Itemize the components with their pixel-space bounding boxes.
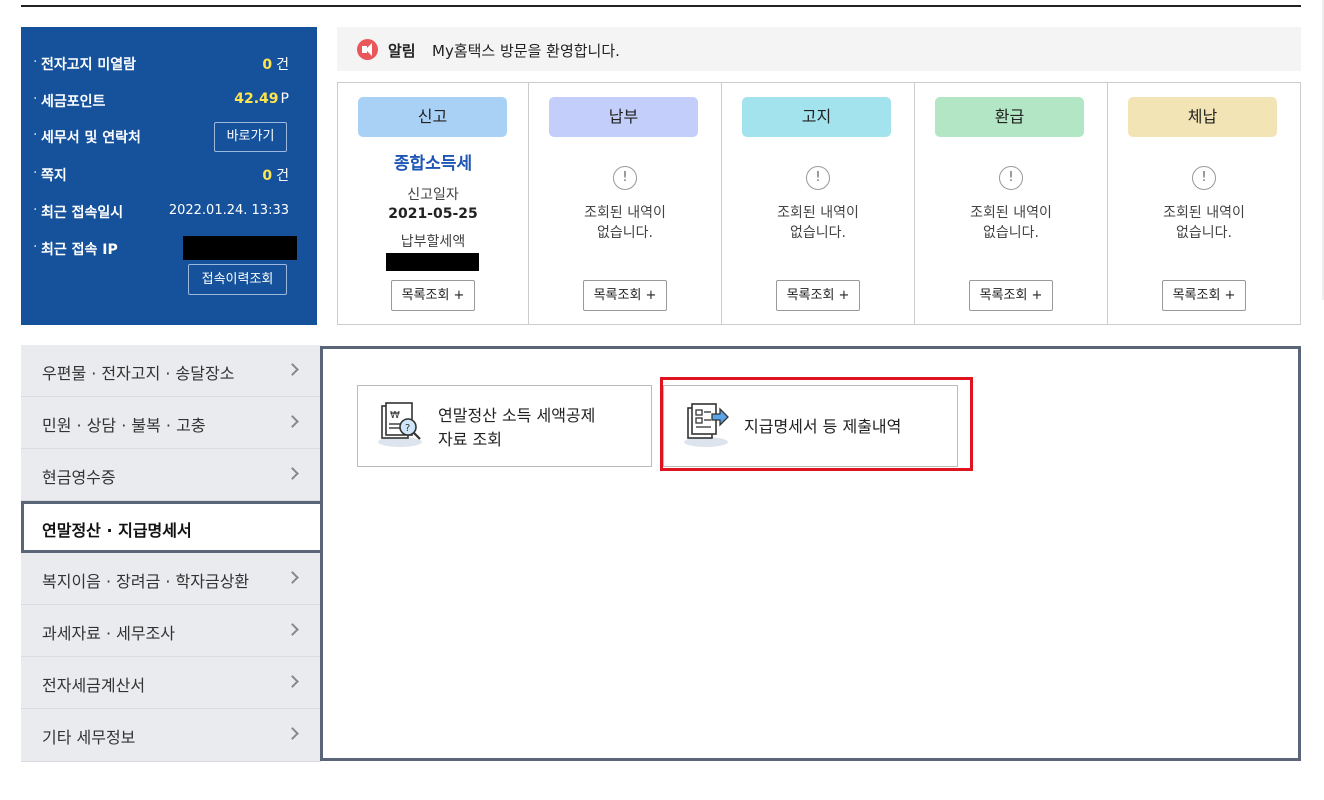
chevron-right-icon [286,415,299,428]
chevron-right-icon [286,571,299,584]
chevron-right-icon [286,675,299,688]
messages-value[interactable]: 0건 [262,165,289,185]
card-report-list-button[interactable]: 목록조회 + [391,280,475,311]
side-menu: 우편물 · 전자고지 · 송달장소 민원 · 상담 · 불복 · 고충 현금영수… [21,345,323,762]
service-payment-statement-submission[interactable]: 지급명세서 등 제출내역 [663,385,958,467]
card-payment-title[interactable]: 납부 [549,97,698,137]
top-divider [21,5,1301,7]
amount-redaction [386,253,479,271]
card-refund-title[interactable]: 환급 [935,97,1084,137]
document-submit-icon [684,403,729,447]
megaphone-icon [357,39,378,60]
service-deduction-label: 연말정산 소득 세액공제 자료 조회 [438,406,596,449]
side-item-welfare-loans[interactable]: 복지이음 · 장려금 · 학자금상환 [21,553,321,605]
tax-office-shortcut-button[interactable]: 바로가기 [214,122,287,152]
card-payment-list-button[interactable]: 목록조회 + [583,280,667,311]
card-arrears-list-button[interactable]: 목록조회 + [1162,280,1246,311]
messages-row: 쪽지 0건 [21,162,317,186]
content-panel: ₩ ? 연말정산 소득 세액공제 자료 조회 지급명세서 등 제출내역 [320,346,1301,761]
card-notice-list-button[interactable]: 목록조회 + [776,280,860,311]
messages-label: 쪽지 [33,165,67,185]
last-login-row: 최근 접속일시 2022.01.24. 13:33 [21,199,317,223]
tax-points-value[interactable]: 42.49 P [234,91,289,107]
login-history-button[interactable]: 접속이력조회 [188,264,287,295]
tax-office-label: 세무서 및 연락처 [33,127,141,147]
tax-points-row: 세금포인트 42.49P [21,88,317,112]
tax-points-label: 세금포인트 [33,91,105,111]
chevron-right-icon [286,363,299,376]
report-date: 2021-05-25 [388,206,478,222]
card-notice-title[interactable]: 고지 [742,97,891,137]
status-cards: 신고 종합소득세 신고일자 2021-05-25 납부할세액 목록조회 + 납부… [337,82,1301,325]
unread-notice-value[interactable]: 0건 [262,54,289,74]
empty-message: 조회된 내역이 없습니다. [584,205,666,241]
last-login-value: 2022.01.24. 13:33 [168,203,289,218]
service-deduction-lookup[interactable]: ₩ ? 연말정산 소득 세액공제 자료 조회 [357,385,652,467]
side-item-year-end-settlement[interactable]: 연말정산 · 지급명세서 [21,501,323,553]
card-refund-list-button[interactable]: 목록조회 + [969,280,1053,311]
unread-notice-label: 전자고지 미열람 [33,54,136,74]
notice-text[interactable]: My홈택스 방문을 환영합니다. [432,40,620,61]
last-ip-row: 최근 접속 IP [21,236,317,260]
last-login-label: 최근 접속일시 [33,202,123,222]
notice-bar: 알림 My홈택스 방문을 환영합니다. [337,27,1301,71]
card-notice: 고지 ! 조회된 내역이 없습니다. 목록조회 + [722,83,915,324]
card-payment: 납부 ! 조회된 내역이 없습니다. 목록조회 + [529,83,722,324]
user-info-panel: 전자고지 미열람 0건 세금포인트 42.49P 세무서 및 연락처 바로가기 … [21,27,317,325]
empty-message: 조회된 내역이 없습니다. [970,205,1052,241]
chevron-right-icon [286,467,299,480]
card-arrears: 체납 ! 조회된 내역이 없습니다. 목록조회 + [1108,83,1300,324]
last-ip-label: 최근 접속 IP [33,239,118,259]
side-item-other-info[interactable]: 기타 세무정보 [21,709,321,762]
info-icon: ! [1192,166,1216,190]
card-report: 신고 종합소득세 신고일자 2021-05-25 납부할세액 목록조회 + [338,83,529,324]
side-item-tax-audit[interactable]: 과세자료 · 세무조사 [21,605,321,657]
info-icon: ! [613,166,637,190]
service-payment-statement-label: 지급명세서 등 제출내역 [744,417,902,436]
unread-notice-row: 전자고지 미열람 0건 [21,51,317,75]
payable-amount-label: 납부할세액 [400,234,466,250]
notice-label: 알림 [388,42,416,60]
card-refund: 환급 ! 조회된 내역이 없습니다. 목록조회 + [915,83,1108,324]
document-search-icon: ₩ ? [378,402,422,447]
chevron-right-icon [286,727,299,740]
tax-name[interactable]: 종합소득세 [338,149,528,174]
side-item-civil-petition[interactable]: 민원 · 상담 · 불복 · 고충 [21,397,321,449]
empty-message: 조회된 내역이 없습니다. [777,205,859,241]
card-report-title[interactable]: 신고 [358,97,507,137]
info-icon: ! [806,166,830,190]
svg-text:?: ? [405,423,410,434]
report-date-label: 신고일자 [407,187,459,203]
info-icon: ! [999,166,1023,190]
card-arrears-title[interactable]: 체납 [1128,97,1277,137]
empty-message: 조회된 내역이 없습니다. [1163,205,1245,241]
svg-text:₩: ₩ [390,410,400,421]
side-item-e-tax-invoice[interactable]: 전자세금계산서 [21,657,321,709]
chevron-right-icon [286,623,299,636]
side-item-mail-notice[interactable]: 우편물 · 전자고지 · 송달장소 [21,345,321,397]
ip-redaction [183,236,297,260]
side-item-cash-receipt[interactable]: 현금영수증 [21,449,321,501]
